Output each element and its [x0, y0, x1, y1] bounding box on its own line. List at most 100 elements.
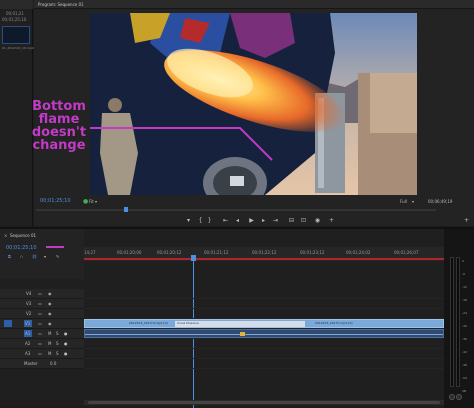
audio-transition-marker[interactable] — [240, 332, 245, 336]
source-thumbnail[interactable] — [2, 26, 30, 44]
track-header-a3: A3 ▭ M S ● — [0, 349, 84, 359]
program-video-frame — [90, 13, 417, 195]
close-icon[interactable]: × — [4, 233, 7, 238]
mic-icon[interactable]: ● — [64, 341, 68, 346]
sequence-tab[interactable]: Sequence 01 — [10, 233, 36, 238]
wrench-icon[interactable]: ✎ — [56, 254, 59, 259]
track-lane-a1[interactable] — [84, 329, 444, 339]
export-frame-icon[interactable]: ◉ — [314, 217, 321, 224]
track-lane-v1[interactable]: 2012103_2017r9.mp4 [V] Cross Dissolve 20… — [84, 319, 444, 329]
ruler-tick: 00;01;23;12 — [300, 250, 325, 255]
program-controls: 00;01;25;10 ● Fit ▾ Full ▾ 00;06;49;19 ▾… — [34, 196, 474, 226]
track-lock-icon[interactable]: ▭ — [38, 291, 42, 296]
track-header-v4: V4 ▭ ◉ — [0, 289, 84, 299]
solo-icon[interactable]: S — [56, 341, 59, 346]
program-monitor-header: Program: Sequence 01 — [34, 0, 474, 9]
meter-mark: 0 — [462, 259, 464, 263]
eye-icon[interactable]: ◉ — [48, 291, 52, 296]
track-header-v2: V2 ▭ ◉ — [0, 309, 84, 319]
timecode-underline — [46, 246, 64, 248]
meter-mark: dB — [462, 389, 466, 393]
mute-icon[interactable]: M — [48, 341, 51, 346]
audio-meter-right — [456, 257, 460, 387]
go-to-in-icon[interactable]: ⇤ — [222, 217, 229, 224]
meter-solo-button[interactable] — [456, 394, 462, 400]
audio-waveform — [85, 334, 443, 335]
add-marker-icon[interactable]: ● — [83, 199, 88, 205]
program-timecode[interactable]: 00;01;25;10 — [40, 199, 71, 204]
track-name: V2 — [26, 311, 32, 316]
button-editor-icon[interactable]: + — [463, 217, 470, 224]
track-name: V1 — [25, 321, 31, 326]
ruler-tick: 00;01;22;12 — [252, 250, 277, 255]
clip-label: 2012103_2017r9.mp4 [V] — [129, 321, 168, 325]
eye-icon[interactable]: ◉ — [48, 311, 52, 316]
nest-icon[interactable]: ⧉ — [8, 254, 11, 259]
track-lock-icon[interactable]: ▭ — [38, 301, 42, 306]
timeline-tracks: V4 ▭ ◉ V3 ▭ ◉ V2 ▭ ◉ V1 ▭ ◉ A1 ▭ M S ● A… — [0, 261, 444, 408]
solo-icon[interactable]: S — [56, 331, 59, 336]
timeline-scroll-thumb[interactable] — [88, 401, 440, 404]
eye-icon[interactable]: ◉ — [48, 321, 52, 326]
timeline-scrollbar[interactable] — [84, 400, 444, 405]
work-area-bar[interactable] — [84, 258, 444, 260]
track-lock-icon[interactable]: ▭ — [38, 331, 42, 336]
mute-icon[interactable]: M — [48, 351, 51, 356]
step-back-icon[interactable]: ◂ — [234, 217, 241, 224]
ruler-tick: 00;01;20;00 — [117, 250, 142, 255]
master-value[interactable]: 0.0 — [50, 361, 56, 366]
cross-dissolve-transition[interactable]: Cross Dissolve — [175, 321, 305, 327]
audio-clip[interactable] — [84, 329, 444, 338]
track-header-v3: V3 ▭ ◉ — [0, 299, 84, 309]
add-marker-timeline-icon[interactable]: ▾ — [44, 254, 46, 259]
meter-mark: -54 — [462, 376, 467, 380]
solo-icon[interactable]: S — [56, 351, 59, 356]
track-lane-v2[interactable] — [84, 309, 444, 319]
clip-label: 2012103_2017h.mp4 [V] — [315, 321, 353, 325]
mic-icon[interactable]: ● — [64, 351, 68, 356]
program-monitor-title[interactable]: Program: Sequence 01 — [38, 2, 84, 7]
source-file-label-1: 00;01;21 — [6, 11, 24, 16]
linked-selection-icon[interactable]: ⛓ — [32, 254, 37, 259]
track-lane-a3[interactable] — [84, 349, 444, 359]
zoom-select[interactable]: Full — [400, 199, 407, 204]
program-scrub-bar[interactable] — [36, 209, 436, 211]
zoom-chevron-icon[interactable]: ▾ — [412, 199, 414, 204]
track-lock-icon[interactable]: ▭ — [38, 311, 42, 316]
fit-select[interactable]: Fit — [89, 199, 94, 204]
step-forward-icon[interactable]: ▸ — [260, 217, 267, 224]
track-lane-v3[interactable] — [84, 299, 444, 309]
play-icon[interactable]: ▶ — [248, 217, 255, 224]
timeline-ruler[interactable]: 14;27 00;01;20;00 00;01;20;12 00;01;21;1… — [84, 247, 444, 261]
track-header-master: Master 0.0 — [0, 359, 84, 369]
extract-icon[interactable]: ⊡ — [300, 217, 307, 224]
master-label: Master — [24, 361, 38, 366]
annotation-line-4: change — [32, 138, 86, 153]
track-lane-v4[interactable] — [84, 289, 444, 299]
meter-solo-button[interactable] — [449, 394, 455, 400]
track-lock-icon[interactable]: ▭ — [38, 351, 42, 356]
mic-icon[interactable]: ● — [64, 331, 68, 336]
track-lock-icon[interactable]: ▭ — [38, 321, 42, 326]
program-playhead-marker[interactable] — [124, 207, 128, 212]
mark-out-icon[interactable]: } — [206, 217, 213, 224]
go-to-out-icon[interactable]: ⇥ — [272, 217, 279, 224]
track-name: A2 — [25, 341, 31, 346]
program-duration: 00;06;49;19 — [428, 199, 453, 204]
track-lane-a2[interactable] — [84, 339, 444, 349]
track-lane-master[interactable] — [84, 359, 444, 369]
source-patch-v1[interactable] — [4, 320, 12, 327]
video-clip[interactable]: 2012103_2017r9.mp4 [V] Cross Dissolve 20… — [84, 319, 444, 328]
timeline-timecode[interactable]: 00;01;25;10 — [6, 246, 37, 251]
snap-icon[interactable]: ∩ — [20, 254, 23, 259]
ruler-tick: 00;01;26;07 — [394, 250, 419, 255]
track-lock-icon[interactable]: ▭ — [38, 341, 42, 346]
audio-meter: 0 -6 -12 -18 -24 -30 -36 -42 -48 -54 dB — [444, 229, 474, 408]
add-button-icon[interactable]: + — [328, 217, 335, 224]
mute-icon[interactable]: M — [48, 331, 51, 336]
fit-chevron-icon[interactable]: ▾ — [95, 199, 97, 204]
marker-icon[interactable]: ▾ — [185, 217, 192, 224]
mark-in-icon[interactable]: { — [197, 217, 204, 224]
eye-icon[interactable]: ◉ — [48, 301, 52, 306]
lift-icon[interactable]: ⊟ — [288, 217, 295, 224]
